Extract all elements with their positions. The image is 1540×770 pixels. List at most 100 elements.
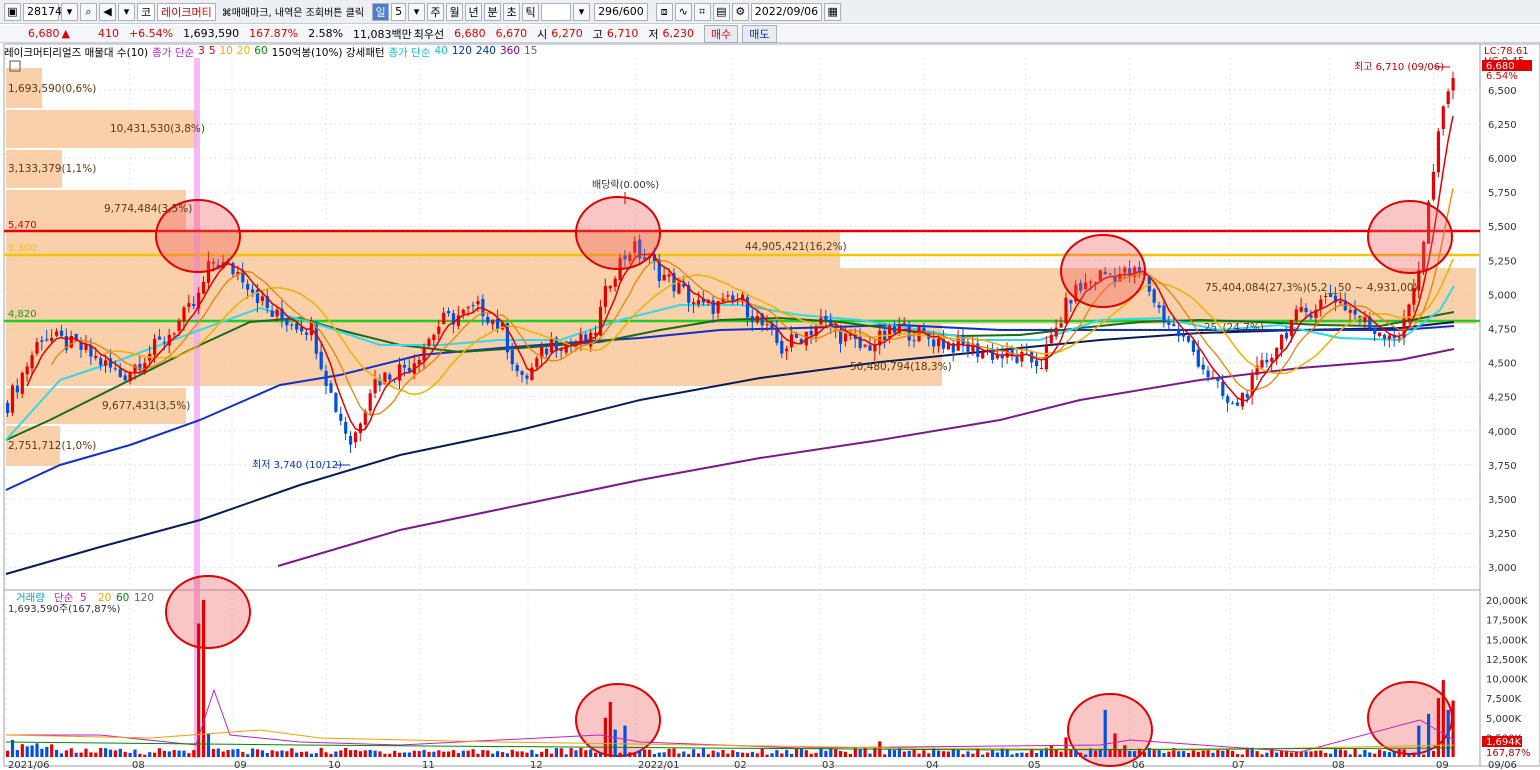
candle-body <box>1397 337 1401 339</box>
candle-body <box>755 315 759 323</box>
volume-bar <box>672 748 676 757</box>
legend-ma2-label: 종가 단순 <box>388 47 431 59</box>
volume-bar <box>319 747 323 757</box>
volume-bar <box>785 749 789 757</box>
volume-bar <box>133 749 137 757</box>
volume-bar <box>241 751 245 757</box>
volume-bar <box>192 750 196 757</box>
candle-body <box>545 348 549 355</box>
candle-body <box>1152 289 1156 303</box>
candle-body <box>437 326 441 334</box>
volume-bar <box>726 753 730 757</box>
volume-bar <box>226 749 230 757</box>
volume-bar <box>745 753 750 757</box>
candle-body <box>1329 294 1333 297</box>
volume-bar <box>1162 753 1166 757</box>
volume-bar <box>329 754 333 757</box>
candle-body <box>1020 351 1024 362</box>
volume-bar <box>324 752 328 757</box>
volume-bar <box>1378 749 1382 757</box>
volume-bar <box>549 753 554 757</box>
profile-label: 2,751,712(1,0%) <box>8 440 96 452</box>
hline-label-yellow: 5,300 <box>8 243 37 254</box>
candle-body <box>99 358 103 366</box>
volume-bar <box>1240 754 1244 757</box>
volume-bar <box>770 753 774 757</box>
volume-bar <box>868 753 872 757</box>
volume-bar <box>182 750 186 757</box>
volume-bar <box>251 748 255 757</box>
stock-chart[interactable]: 6,500 6,250 6,000 5,750 5,500 5,250 5,000 4,750… <box>0 0 1540 770</box>
candle-body <box>466 307 470 309</box>
volume-bar <box>216 748 220 757</box>
candle-body <box>1235 402 1240 406</box>
volume-bar <box>1084 754 1088 757</box>
candle-body <box>1387 335 1391 339</box>
volume-bar <box>1407 753 1411 757</box>
volume-bar <box>799 748 803 757</box>
candle-body <box>290 324 294 326</box>
date-tick-label: 03 <box>822 760 835 770</box>
volume-bar <box>353 750 358 757</box>
candle-body <box>422 347 426 361</box>
legend-ma-240: 240 <box>475 45 496 57</box>
volume-bar <box>579 747 583 757</box>
candle-body <box>427 339 431 346</box>
candle-body <box>153 338 157 355</box>
volume-bar <box>108 749 113 757</box>
volume-legend-period: 5 <box>80 592 87 604</box>
volume-bar <box>750 751 754 757</box>
volume-bar <box>1108 749 1112 757</box>
volume-bar <box>696 753 701 757</box>
pct-tag: 6.54% <box>1486 71 1518 82</box>
volume-bar <box>809 753 813 757</box>
volume-bar <box>981 754 985 757</box>
volume-bar <box>667 748 671 757</box>
candle-body <box>1245 393 1249 398</box>
volume-bar <box>1079 752 1083 757</box>
date-tick-label: 07 <box>1232 760 1245 770</box>
volume-bar <box>466 750 470 757</box>
candle-body <box>275 309 279 317</box>
candle-body <box>711 300 715 315</box>
volume-bar <box>432 751 436 757</box>
candle-body <box>535 358 539 367</box>
volume-bar <box>1133 751 1137 757</box>
candle-body <box>349 436 353 445</box>
volume-bar <box>848 754 852 757</box>
low-annotation: 최저 3,740 (10/12) <box>252 459 342 471</box>
candle-body <box>1069 300 1073 304</box>
volume-bar <box>1275 752 1279 757</box>
volume-bar <box>456 753 460 757</box>
candle-body <box>1265 359 1269 363</box>
volume-bar <box>1324 753 1328 757</box>
candle-body <box>613 278 617 287</box>
volume-bar <box>1074 749 1078 757</box>
date-tick-label: 10 <box>328 760 341 770</box>
volume-bar <box>334 751 338 757</box>
volume-bar <box>1446 709 1450 757</box>
volume-bar <box>917 753 921 757</box>
volume-bar <box>1167 751 1171 757</box>
candle-body <box>1162 305 1166 323</box>
candle-body <box>25 366 29 375</box>
candle-body <box>990 349 995 360</box>
price-tick-label: 4,750 <box>1488 325 1517 336</box>
candle-body <box>1348 310 1352 313</box>
price-tick-label: 5,000 <box>1488 290 1517 301</box>
volume-bar <box>912 748 916 757</box>
candle-body <box>295 323 299 330</box>
candle-body <box>1167 322 1171 325</box>
volume-bar <box>128 752 132 757</box>
volume-bar <box>843 751 848 757</box>
candle-body <box>1407 304 1411 321</box>
candle-body <box>1216 377 1220 381</box>
candle-body <box>94 355 98 359</box>
volume-bar <box>383 753 387 757</box>
volume-bar <box>412 750 416 757</box>
volume-bar <box>662 752 666 757</box>
volume-bar <box>236 748 240 757</box>
candle-body <box>373 379 377 394</box>
volume-bar <box>79 752 83 757</box>
date-tick-label: 02 <box>734 760 747 770</box>
